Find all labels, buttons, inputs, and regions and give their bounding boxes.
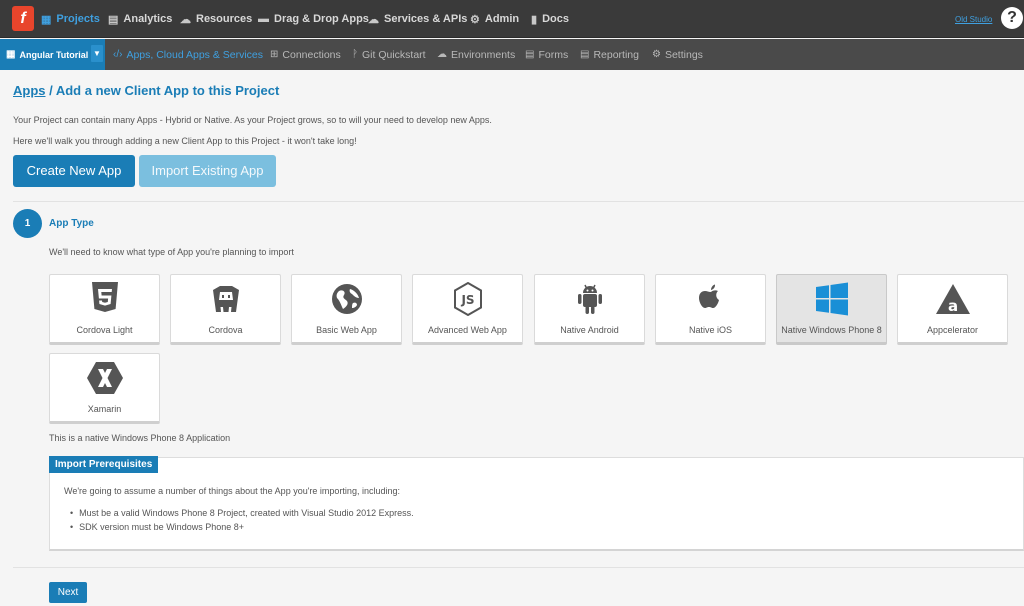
subnav-connections[interactable]: ⊞ Connections	[270, 39, 341, 70]
app-type-advanced-web-app[interactable]: JS Advanced Web App	[412, 274, 523, 345]
cogs-icon: ⚙	[470, 13, 480, 26]
subnav-forms-label: Forms	[538, 48, 569, 61]
app-type-description: This is a native Windows Phone 8 Applica…	[49, 433, 231, 443]
subnav-environments[interactable]: ☁ Environments	[437, 39, 515, 70]
app-type-cordova-light[interactable]: Cordova Light	[49, 274, 160, 345]
app-type-label: Cordova	[208, 325, 243, 335]
breadcrumb-apps-link[interactable]: Apps	[13, 83, 46, 98]
xamarin-icon	[50, 361, 159, 395]
app-type-xamarin[interactable]: Xamarin	[49, 353, 160, 424]
connections-icon: ⊞	[270, 49, 279, 60]
project-navbar: ▦ Angular Tutorial ▼ ‹/› Apps, Cloud App…	[0, 39, 1024, 70]
globe-icon	[292, 282, 401, 316]
project-name: Angular Tutorial	[19, 49, 89, 60]
nav-docs[interactable]: ▮ Docs	[531, 0, 569, 38]
prerequisites-panel	[49, 457, 1024, 551]
svg-text:JS: JS	[460, 293, 474, 307]
cloud-icon: ☁	[180, 13, 191, 26]
android-icon	[535, 282, 644, 316]
step-label: App Type	[49, 218, 94, 229]
subnav-environments-label: Environments	[451, 48, 516, 61]
app-type-label: Native Windows Phone 8	[781, 325, 882, 335]
subnav-settings[interactable]: ⚙ Settings	[652, 39, 703, 70]
appcelerator-icon: a	[898, 282, 1007, 316]
app-type-native-windows-phone-8[interactable]: Native Windows Phone 8	[776, 274, 887, 345]
app-type-label: Native iOS	[688, 325, 732, 335]
cogs-icon: ⚙	[652, 49, 661, 60]
cloud-icon: ☁	[437, 49, 447, 60]
chevron-down-icon[interactable]: ▼	[91, 45, 103, 62]
nav-analytics[interactable]: ▤ Analytics	[108, 0, 172, 38]
chart-icon: ▤	[108, 13, 119, 26]
subnav-reporting-label: Reporting	[593, 48, 639, 61]
nodejs-icon: JS	[413, 282, 522, 316]
prerequisite-item: SDK version must be Windows Phone 8+	[70, 522, 244, 532]
grid-icon: ▦	[6, 49, 16, 60]
prerequisites-intro: We're going to assume a number of things…	[64, 486, 400, 496]
prerequisites-title: Import Prerequisites	[49, 456, 159, 473]
forms-icon: ▤	[525, 49, 535, 60]
nav-admin-label: Admin	[484, 13, 520, 25]
old-studio-link[interactable]: Old Studio	[955, 15, 992, 24]
next-button[interactable]: Next	[49, 582, 87, 603]
svg-text:a: a	[947, 297, 957, 315]
app-type-label: Cordova Light	[76, 325, 133, 335]
app-type-label: Appcelerator	[926, 325, 979, 335]
nav-services-label: Services & APIs	[384, 13, 468, 25]
page-title: Apps / Add a new Client App to this Proj…	[13, 83, 279, 98]
grid-icon: ▦	[41, 13, 52, 26]
app-type-label: Xamarin	[87, 404, 122, 414]
app-type-cordova[interactable]: Cordova	[170, 274, 281, 345]
app-type-label: Basic Web App	[316, 325, 377, 335]
nav-projects[interactable]: ▦ Projects	[41, 0, 100, 38]
divider	[13, 567, 1024, 568]
help-icon[interactable]: ?	[1001, 7, 1023, 29]
subnav-apps[interactable]: ‹/› Apps, Cloud Apps & Services	[113, 39, 263, 70]
app-type-native-android[interactable]: Native Android	[534, 274, 645, 345]
subnav-connections-label: Connections	[282, 48, 341, 61]
subnav-apps-label: Apps, Cloud Apps & Services	[126, 48, 264, 61]
app-type-label: Native Android	[560, 325, 619, 335]
import-existing-app-button[interactable]: Import Existing App	[139, 155, 276, 187]
windows-icon	[777, 282, 886, 316]
subnav-reporting[interactable]: ▤ Reporting	[580, 39, 639, 70]
nav-drag-drop-apps[interactable]: ▬ Drag & Drop Apps	[258, 0, 369, 38]
top-navbar: f ▦ Projects ▤ Analytics ☁ Resources ▬ D…	[0, 0, 1024, 38]
create-new-app-button[interactable]: Create New App	[13, 155, 135, 187]
feedhenry-logo[interactable]: f	[12, 6, 34, 31]
step-number-badge: 1	[13, 209, 42, 238]
step-description: We'll need to know what type of App you'…	[49, 247, 294, 257]
prerequisite-item: Must be a valid Windows Phone 8 Project,…	[70, 508, 414, 518]
cordova-icon	[171, 282, 280, 316]
subnav-settings-label: Settings	[664, 48, 703, 61]
book-icon: ▮	[531, 13, 538, 26]
html5-icon	[50, 282, 159, 316]
nav-resources-label: Resources	[196, 13, 253, 25]
nav-analytics-label: Analytics	[123, 13, 173, 25]
chart-icon: ▤	[580, 49, 590, 60]
project-selector[interactable]: ▦ Angular Tutorial ▼	[0, 39, 105, 70]
nav-drag-drop-label: Drag & Drop Apps	[274, 13, 369, 25]
subnav-forms[interactable]: ▤ Forms	[525, 39, 568, 70]
app-type-basic-web-app[interactable]: Basic Web App	[291, 274, 402, 345]
code-icon: ‹/›	[113, 49, 123, 60]
cloud-gear-icon: ☁	[368, 13, 379, 26]
nav-docs-label: Docs	[542, 13, 569, 25]
git-icon: ᚹ	[352, 49, 358, 60]
app-type-native-ios[interactable]: Native iOS	[655, 274, 766, 345]
intro-paragraph-1: Your Project can contain many Apps - Hyb…	[13, 115, 492, 125]
nav-services-apis[interactable]: ☁ Services & APIs	[368, 0, 467, 38]
folder-icon: ▬	[258, 13, 269, 25]
subnav-git-label: Git Quickstart	[362, 48, 426, 61]
nav-resources[interactable]: ☁ Resources	[180, 0, 252, 38]
divider	[13, 201, 1024, 202]
apple-icon	[656, 282, 765, 316]
nav-admin[interactable]: ⚙ Admin	[470, 0, 519, 38]
app-type-label: Advanced Web App	[428, 325, 507, 335]
intro-paragraph-2: Here we'll walk you through adding a new…	[13, 136, 357, 146]
app-type-appcelerator[interactable]: a Appcelerator	[897, 274, 1008, 345]
nav-projects-label: Projects	[56, 13, 100, 25]
page-title-text: / Add a new Client App to this Project	[45, 83, 280, 98]
subnav-git-quickstart[interactable]: ᚹ Git Quickstart	[352, 39, 426, 70]
